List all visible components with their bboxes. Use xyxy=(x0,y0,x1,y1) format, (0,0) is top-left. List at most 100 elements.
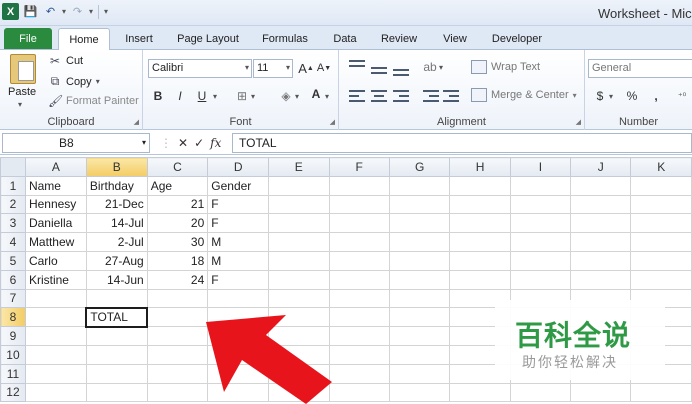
orientation-dropdown-icon[interactable]: ▾ xyxy=(439,63,443,72)
orientation-icon[interactable]: ab xyxy=(421,58,439,76)
row-header[interactable]: 4 xyxy=(0,232,26,252)
cell-a4[interactable]: Matthew xyxy=(24,232,87,252)
cell-h2[interactable] xyxy=(449,194,511,215)
row-header[interactable]: 1 xyxy=(0,175,26,196)
bold-button[interactable]: B xyxy=(149,87,167,105)
increase-decimal-icon[interactable]: ⁺⁰ xyxy=(673,87,691,105)
percent-button[interactable]: % xyxy=(623,87,641,105)
font-launcher-icon[interactable]: ◢ xyxy=(330,118,335,126)
cell-c12[interactable] xyxy=(146,382,209,403)
cell-g12[interactable] xyxy=(388,382,451,403)
cell-a9[interactable] xyxy=(24,326,87,346)
merge-center-button[interactable]: Merge & Center ▾ xyxy=(471,88,577,102)
tab-review[interactable]: Review xyxy=(376,28,422,50)
align-right-icon[interactable] xyxy=(393,90,409,102)
row-header[interactable]: 8 xyxy=(0,307,26,328)
cell-i1[interactable] xyxy=(509,175,572,196)
tab-view[interactable]: View xyxy=(436,28,474,50)
cell-d2[interactable]: F xyxy=(207,194,270,215)
cell-g10[interactable] xyxy=(388,344,451,365)
name-box[interactable]: B8 ▾ xyxy=(2,133,150,153)
cell-d12[interactable] xyxy=(207,382,270,403)
cell-i3[interactable] xyxy=(509,213,572,234)
cell-i2[interactable] xyxy=(509,194,572,215)
cell-d5[interactable]: M xyxy=(207,250,270,271)
cell-f12[interactable] xyxy=(328,382,390,403)
cell-d1[interactable]: Gender xyxy=(207,175,270,196)
cell-d4[interactable]: M xyxy=(207,232,270,252)
cell-c7[interactable] xyxy=(146,288,209,309)
column-header-d[interactable]: D xyxy=(207,157,270,177)
borders-icon[interactable]: ⊞ xyxy=(233,87,251,105)
cell-a5[interactable]: Carlo xyxy=(24,250,87,271)
cell-h12[interactable] xyxy=(449,382,511,403)
cell-d8[interactable] xyxy=(207,307,270,328)
row-header[interactable]: 11 xyxy=(0,363,26,384)
align-middle-icon[interactable] xyxy=(371,62,387,74)
redo-icon[interactable]: ↷ xyxy=(69,3,86,20)
row-header[interactable]: 5 xyxy=(0,250,26,271)
cell-h1[interactable] xyxy=(449,175,511,196)
cell-b8[interactable]: TOTAL xyxy=(85,306,149,328)
column-header-g[interactable]: G xyxy=(388,157,451,177)
row-header[interactable]: 3 xyxy=(0,213,26,234)
row-header[interactable]: 10 xyxy=(0,344,26,365)
cell-k5[interactable] xyxy=(630,250,692,271)
customize-toolbar-icon[interactable]: ▾ xyxy=(104,7,108,16)
cell-j4[interactable] xyxy=(570,232,632,252)
cell-b4[interactable]: 2-Jul xyxy=(85,232,148,252)
cell-e7[interactable] xyxy=(268,288,330,309)
cell-a11[interactable] xyxy=(24,363,87,384)
align-center-icon[interactable] xyxy=(371,90,387,102)
cell-g8[interactable] xyxy=(388,307,451,328)
cell-j5[interactable] xyxy=(570,250,632,271)
cell-a10[interactable] xyxy=(24,344,87,365)
fill-color-dropdown-icon[interactable]: ▾ xyxy=(295,92,299,101)
currency-dropdown-icon[interactable]: ▾ xyxy=(609,92,613,101)
cell-g11[interactable] xyxy=(388,363,451,384)
cell-b12[interactable] xyxy=(85,382,148,403)
cell-i5[interactable] xyxy=(509,250,572,271)
cell-e11[interactable] xyxy=(268,363,330,384)
cell-a7[interactable] xyxy=(24,288,87,309)
cell-d10[interactable] xyxy=(207,344,270,365)
tab-insert[interactable]: Insert xyxy=(116,28,162,50)
column-header-h[interactable]: H xyxy=(449,157,511,177)
column-header-k[interactable]: K xyxy=(630,157,692,177)
cell-b7[interactable] xyxy=(85,288,148,309)
paste-icon[interactable] xyxy=(10,54,36,84)
row-header[interactable]: 6 xyxy=(0,269,26,290)
cell-e10[interactable] xyxy=(268,344,330,365)
underline-dropdown-icon[interactable]: ▾ xyxy=(213,92,217,101)
cell-f10[interactable] xyxy=(328,344,390,365)
column-header-j[interactable]: J xyxy=(570,157,632,177)
font-size-combo[interactable]: 11 ▾ xyxy=(253,59,293,78)
decrease-indent-icon[interactable] xyxy=(423,90,439,102)
cell-d3[interactable]: F xyxy=(207,213,270,234)
undo-icon[interactable]: ↶ xyxy=(42,3,59,20)
cell-b11[interactable] xyxy=(85,363,148,384)
cell-c3[interactable]: 20 xyxy=(146,213,209,234)
wrap-text-button[interactable]: Wrap Text xyxy=(471,60,540,74)
alignment-launcher-icon[interactable]: ◢ xyxy=(576,118,581,126)
fill-color-icon[interactable]: ◈ xyxy=(277,87,295,105)
cell-a6[interactable]: Kristine xyxy=(24,269,87,290)
cell-a2[interactable]: Hennesy xyxy=(24,194,87,215)
cell-h6[interactable] xyxy=(449,269,511,290)
cell-d6[interactable]: F xyxy=(207,269,270,290)
cell-g7[interactable] xyxy=(388,288,451,309)
cell-e3[interactable] xyxy=(268,213,330,234)
cell-k12[interactable] xyxy=(630,382,692,403)
cell-a1[interactable]: Name xyxy=(24,175,87,196)
cell-j12[interactable] xyxy=(570,382,632,403)
cell-f3[interactable] xyxy=(328,213,390,234)
undo-dropdown-icon[interactable]: ▾ xyxy=(62,7,66,16)
copy-dropdown-icon[interactable]: ▾ xyxy=(96,77,100,86)
cell-f7[interactable] xyxy=(328,288,390,309)
cell-e12[interactable] xyxy=(268,382,330,403)
insert-function-icon[interactable]: fx xyxy=(210,136,221,150)
borders-dropdown-icon[interactable]: ▾ xyxy=(251,92,255,101)
cell-i12[interactable] xyxy=(509,382,572,403)
cell-g2[interactable] xyxy=(388,194,451,215)
cell-k3[interactable] xyxy=(630,213,692,234)
